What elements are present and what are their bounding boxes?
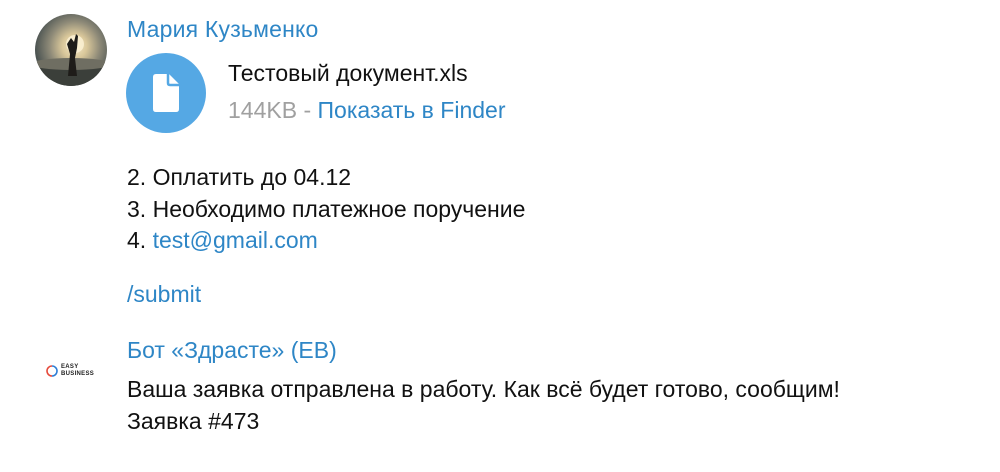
logo-wordmark: EASY BUSINESS bbox=[61, 364, 94, 378]
line-number: 4. bbox=[127, 227, 153, 253]
line-text: Необходимо платежное поручение bbox=[152, 195, 526, 222]
file-meta-separator: - bbox=[303, 97, 312, 123]
file-attachment-button[interactable] bbox=[126, 53, 206, 133]
message-line: 3. Необходимо платежное поручение bbox=[127, 194, 525, 226]
email-link[interactable]: test@gmail.com bbox=[153, 227, 318, 253]
line-text: Оплатить до 04.12 bbox=[152, 164, 352, 190]
line-number: 2. bbox=[127, 164, 153, 190]
bot-command-link[interactable]: /submit bbox=[127, 281, 201, 308]
message-text: 2. Оплатить до 04.12 3. Необходимо плате… bbox=[127, 162, 525, 257]
bot-message-line: Ваша заявка отправлена в работу. Как всё… bbox=[127, 376, 840, 402]
file-name[interactable]: Тестовый документ.xls bbox=[228, 60, 468, 87]
line-number: 3. bbox=[127, 195, 153, 222]
logo-text-line: EASY bbox=[61, 364, 79, 370]
bot-sender-name[interactable]: Бот «Здрасте» (EB) bbox=[127, 337, 337, 364]
message-line: 4. test@gmail.com bbox=[127, 225, 525, 257]
message-line: 2. Оплатить до 04.12 bbox=[127, 162, 525, 194]
sender-name[interactable]: Мария Кузьменко bbox=[127, 16, 319, 43]
file-size: 144KB bbox=[228, 97, 298, 123]
bot-message-text: Ваша заявка отправлена в работу. Как всё… bbox=[127, 373, 840, 437]
document-icon bbox=[153, 74, 179, 112]
user-avatar[interactable] bbox=[35, 14, 107, 86]
logo-text-line: BUSINESS bbox=[61, 371, 95, 377]
photo-avatar-image bbox=[35, 34, 107, 86]
bot-avatar[interactable]: EASY BUSINESS bbox=[44, 360, 100, 382]
file-meta: 144KB - Показать в Finder bbox=[228, 97, 505, 124]
easy-business-logo-icon bbox=[46, 365, 58, 377]
chat-view: Мария Кузьменко Тестовый документ.xls 14… bbox=[0, 0, 1000, 472]
show-in-finder-link[interactable]: Показать в Finder bbox=[318, 97, 506, 123]
bot-message-line: Заявка #473 bbox=[127, 408, 260, 434]
